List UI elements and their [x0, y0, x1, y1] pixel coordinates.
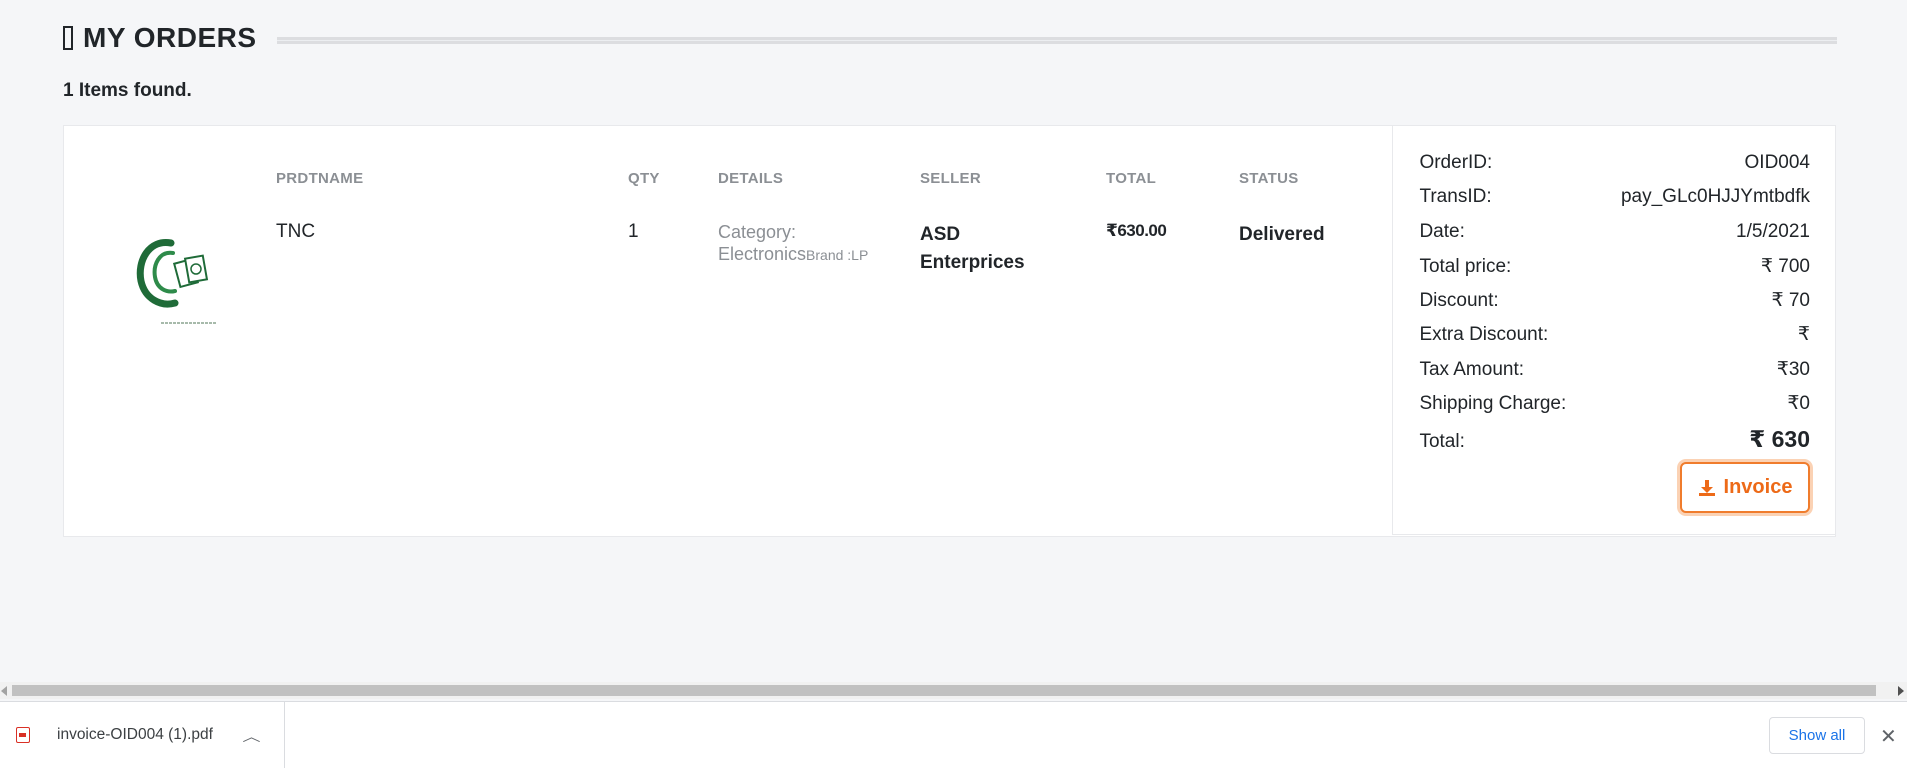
- invoice-button[interactable]: Invoice: [1680, 462, 1810, 513]
- summary-row-trans-id: TransID: pay_GLc0HJJYmtbdfk: [1419, 186, 1810, 220]
- summary-label: Total:: [1419, 431, 1465, 453]
- order-status: Delivered: [1239, 224, 1325, 245]
- column-header-name: PRDTNAME: [276, 170, 364, 187]
- summary-label: TransID:: [1419, 186, 1492, 208]
- close-icon[interactable]: ✕: [1880, 724, 1897, 749]
- scroll-left-icon[interactable]: [1, 686, 7, 696]
- horizontal-scrollbar[interactable]: [0, 682, 1907, 699]
- page-title: MY ORDERS: [83, 22, 257, 53]
- column-header-details: DETAILS: [718, 170, 784, 187]
- seller-name: ASD Enterprices: [920, 221, 1025, 277]
- summary-label: Date:: [1419, 220, 1465, 242]
- invoice-button-label: Invoice: [1723, 476, 1793, 498]
- summary-value: ₹30: [1776, 358, 1810, 380]
- summary-value: ₹ 700: [1760, 255, 1810, 277]
- download-icon: [1698, 479, 1715, 496]
- seller-name-line2: Enterprices: [920, 252, 1025, 273]
- scrollbar-thumb[interactable]: [12, 685, 1876, 696]
- item-total: ₹630.00: [1106, 221, 1167, 240]
- summary-row-total: Total: ₹ 630: [1419, 426, 1810, 460]
- product-qty: 1: [628, 221, 639, 242]
- order-summary: OrderID: OID004 TransID: pay_GLc0HJJYmtb…: [1392, 126, 1835, 535]
- scroll-right-icon[interactable]: [1898, 686, 1904, 696]
- summary-row-discount: Discount: ₹ 70: [1419, 289, 1810, 323]
- summary-value: OID004: [1744, 152, 1810, 173]
- summary-value: ₹ 70: [1771, 290, 1810, 312]
- product-details: Category: ElectronicsBrand :LP: [718, 221, 898, 266]
- summary-label: Extra Discount:: [1419, 324, 1549, 346]
- summary-value: ₹: [1797, 324, 1810, 346]
- summary-value: 1/5/2021: [1736, 220, 1810, 242]
- summary-row-tax: Tax Amount: ₹30: [1419, 358, 1810, 392]
- order-card: PRDTNAME QTY DETAILS SELLER TOTAL STATUS…: [63, 125, 1836, 537]
- column-header-qty: QTY: [628, 170, 660, 187]
- product-brand: Brand :LP: [806, 247, 869, 263]
- download-item[interactable]: invoice-OID004 (1).pdf ︿: [0, 702, 285, 768]
- chevron-up-icon[interactable]: ︿: [242, 726, 260, 745]
- column-header-status: STATUS: [1239, 170, 1299, 187]
- items-found-count: 1 Items found.: [63, 80, 192, 101]
- summary-row-extra-discount: Extra Discount: ₹: [1419, 323, 1810, 357]
- show-all-button[interactable]: Show all: [1769, 717, 1865, 754]
- product-category: Category: Electronics: [718, 222, 807, 264]
- page-header: MY ORDERS: [63, 18, 1837, 58]
- product-name: TNC: [276, 221, 316, 242]
- header-divider: [276, 36, 1837, 44]
- column-header-total: TOTAL: [1106, 170, 1157, 187]
- order-items-panel: PRDTNAME QTY DETAILS SELLER TOTAL STATUS…: [64, 126, 1392, 536]
- summary-value: pay_GLc0HJJYmtbdfk: [1620, 186, 1810, 208]
- pdf-icon: [16, 727, 30, 743]
- summary-row-order-id: OrderID: OID004: [1419, 152, 1810, 186]
- download-file-name[interactable]: invoice-OID004 (1).pdf: [57, 726, 213, 744]
- download-bar: invoice-OID004 (1).pdf ︿ Show all ✕: [0, 701, 1907, 768]
- square-icon: [63, 26, 73, 50]
- summary-row-total-price: Total price: ₹ 700: [1419, 255, 1810, 289]
- column-header-seller: SELLER: [920, 170, 981, 187]
- summary-label: Discount:: [1419, 290, 1499, 312]
- summary-row-date: Date: 1/5/2021: [1419, 221, 1810, 255]
- summary-label: Total price:: [1419, 255, 1512, 277]
- product-logo: [136, 239, 217, 324]
- summary-row-shipping: Shipping Charge: ₹0: [1419, 392, 1810, 426]
- summary-value: ₹ 630: [1749, 426, 1810, 453]
- summary-label: Tax Amount:: [1419, 358, 1525, 380]
- summary-label: OrderID:: [1419, 152, 1493, 173]
- summary-value: ₹0: [1787, 393, 1810, 415]
- summary-label: Shipping Charge:: [1419, 393, 1567, 415]
- seller-name-line1: ASD: [920, 224, 961, 245]
